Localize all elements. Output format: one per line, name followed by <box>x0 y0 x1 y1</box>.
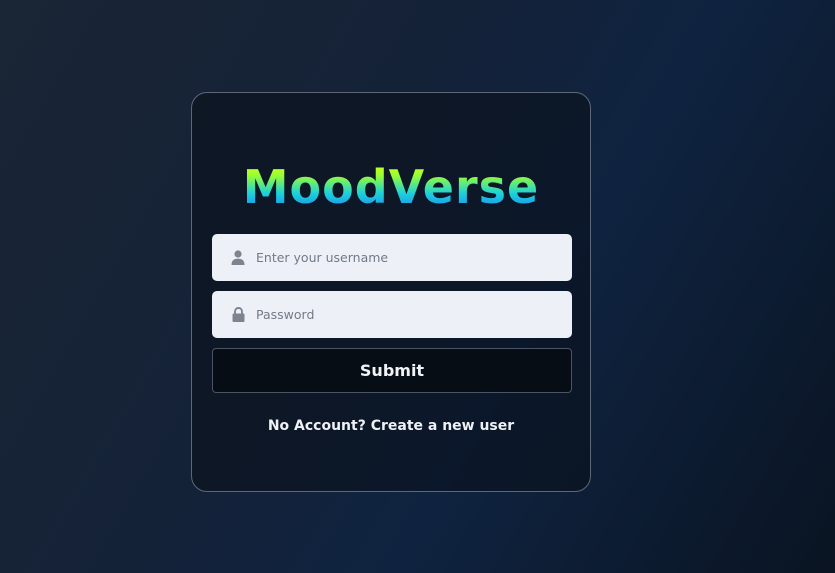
username-field[interactable] <box>212 234 572 281</box>
password-input[interactable] <box>254 298 548 331</box>
password-field[interactable] <box>212 291 572 338</box>
create-user-link[interactable]: No Account? Create a new user <box>268 418 514 434</box>
lock-icon <box>230 307 246 323</box>
login-card: MoodVerse Submit No Account? Create a ne… <box>191 92 591 492</box>
username-input[interactable] <box>254 241 548 274</box>
submit-button[interactable]: Submit <box>212 348 572 393</box>
brand-logo: MoodVerse <box>192 157 590 217</box>
user-icon <box>230 250 246 266</box>
signup-prompt: No Account? Create a new user <box>192 418 590 434</box>
